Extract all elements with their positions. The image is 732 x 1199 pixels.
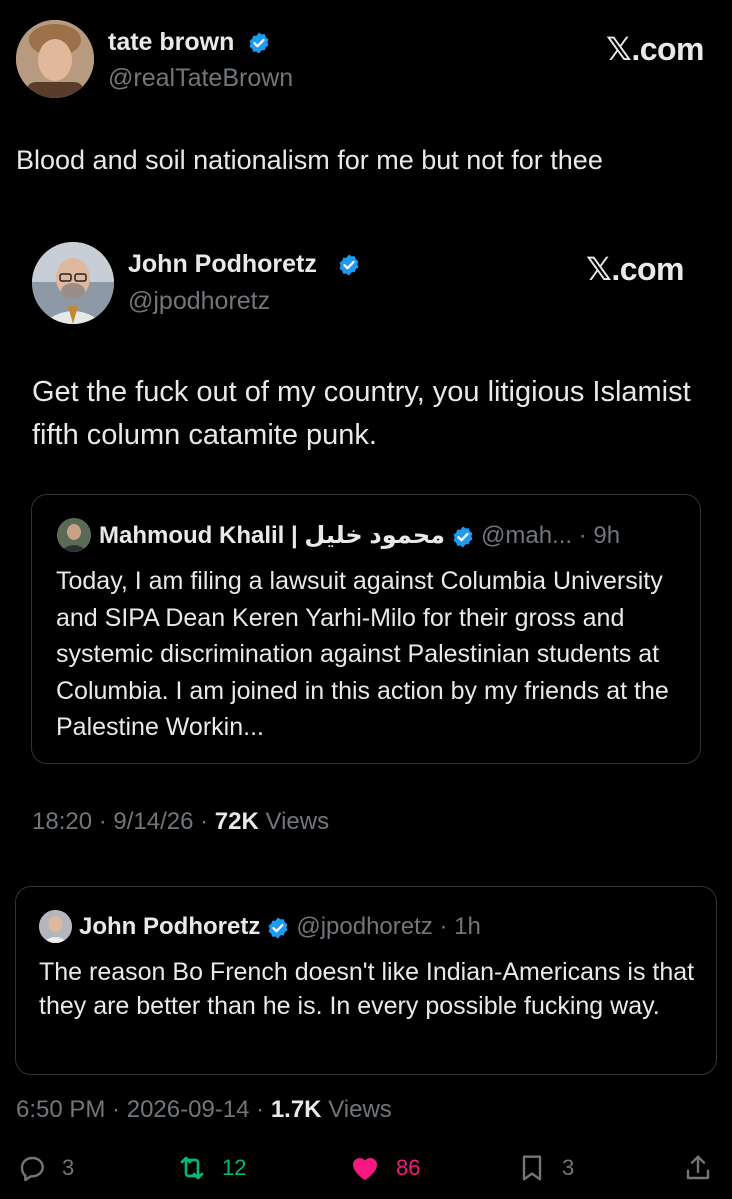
retweet-count: 12 [222, 1155, 247, 1180]
tweet-time: 6:50 PM [16, 1096, 106, 1123]
author-name[interactable]: tate brown [108, 28, 234, 57]
author-handle[interactable]: @jpodhoretz [128, 287, 270, 316]
quote-text: The reason Bo French doesn't like Indian… [39, 958, 695, 1020]
quote-header: John Podhoretz @jpodhoretz · 1h [79, 913, 481, 941]
x-logo: 𝕏.com [586, 251, 684, 287]
tweet-views-count: 1.7K [270, 1096, 322, 1123]
embedded-date: 9/14/26 [113, 808, 194, 835]
avatar[interactable] [32, 242, 114, 324]
separator-dot: · [572, 522, 594, 549]
quote-tweet-card[interactable]: Mahmoud Khalil | محمود خليل @mah... · 9h … [31, 494, 701, 764]
separator-dot: · [432, 913, 455, 940]
verified-badge-icon [451, 525, 475, 549]
share-icon [686, 1155, 710, 1180]
avatar[interactable] [57, 518, 91, 552]
tweet-text: Blood and soil nationalism for me but no… [16, 145, 603, 175]
embedded-time: 18:20 [32, 808, 93, 835]
heart-icon [352, 1158, 378, 1181]
verified-badge-icon [266, 916, 290, 940]
embedded-views-label: Views [265, 808, 330, 835]
author-handle[interactable]: @realTateBrown [108, 64, 293, 93]
like-count: 86 [396, 1155, 421, 1180]
bookmark-icon [522, 1155, 542, 1181]
avatar[interactable] [16, 20, 94, 98]
bookmark-count: 3 [562, 1155, 575, 1180]
quote-age: 9h [593, 522, 621, 549]
reply-count: 3 [62, 1155, 75, 1180]
quote-author-handle[interactable]: @jpodhoretz [296, 913, 432, 940]
verified-badge-icon [337, 253, 361, 277]
reply-icon [20, 1156, 44, 1182]
tweet-date: 2026-09-14 [126, 1096, 250, 1123]
quote-author-name[interactable]: John Podhoretz [79, 913, 260, 941]
embedded-meta: 18:20 · 9/14/26 · 72K Views [32, 808, 330, 835]
bookmark-button[interactable]: 3 [516, 1150, 574, 1186]
reply-button[interactable]: 3 [16, 1150, 74, 1186]
quote-tweet-card[interactable]: John Podhoretz @jpodhoretz · 1h The reaso… [15, 886, 717, 1075]
author-name[interactable]: John Podhoretz [128, 250, 317, 279]
quote-text: Today, I am filing a lawsuit against Col… [56, 567, 669, 741]
retweet-button[interactable]: 12 [176, 1150, 246, 1186]
quote-age: 1h [454, 913, 481, 940]
quote-header: Mahmoud Khalil | محمود خليل @mah... · 9h [99, 521, 620, 550]
share-button[interactable] [682, 1150, 714, 1186]
tweet-text: Get the fuck out of my country, you liti… [32, 376, 691, 451]
avatar[interactable] [39, 910, 72, 943]
quote-author-handle[interactable]: @mah... [481, 522, 572, 549]
x-logo: 𝕏.com [606, 31, 704, 67]
retweet-icon [180, 1156, 204, 1180]
embedded-views-count: 72K [214, 808, 259, 835]
verified-badge-icon [247, 31, 271, 55]
tweet-views-label: Views [328, 1096, 392, 1123]
tweet-meta: 6:50 PM · 2026-09-14 · 1.7K Views [16, 1096, 392, 1123]
quote-author-name[interactable]: Mahmoud Khalil | محمود خليل [99, 521, 445, 550]
like-button[interactable]: 86 [348, 1150, 420, 1186]
